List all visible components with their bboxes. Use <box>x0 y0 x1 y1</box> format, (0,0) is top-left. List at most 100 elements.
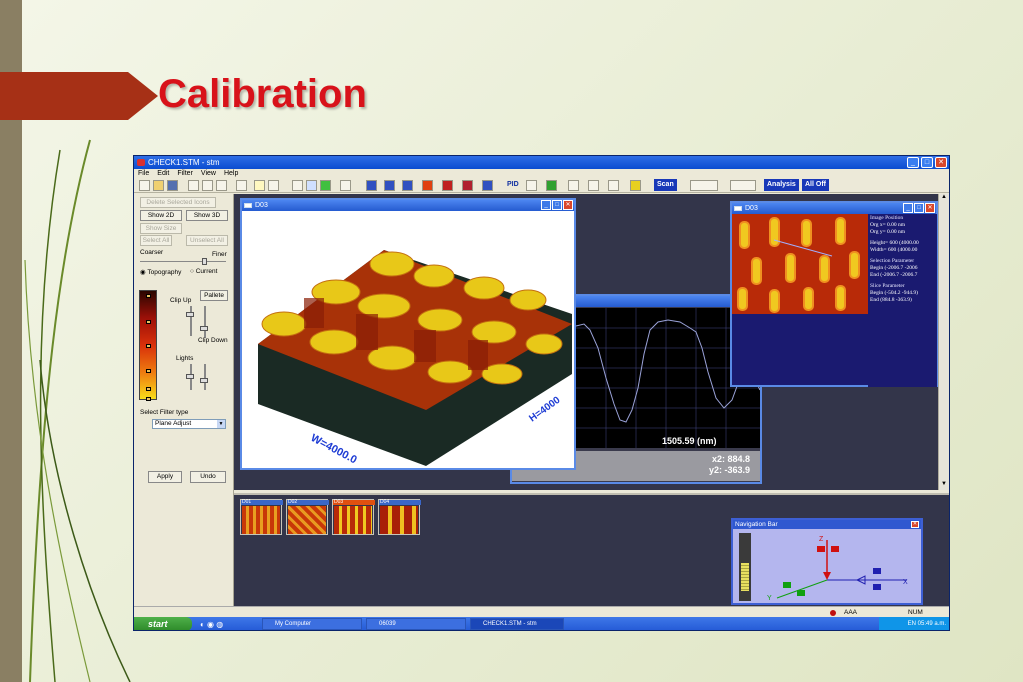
topography-radio[interactable]: ◉ Topography <box>140 268 181 276</box>
color-marker[interactable] <box>146 344 151 348</box>
clip-down-knob[interactable] <box>200 326 208 331</box>
select-all-button[interactable]: Select All <box>140 235 172 246</box>
filter1-icon[interactable] <box>366 180 377 191</box>
open-folder-icon[interactable] <box>153 180 164 191</box>
axis-icon[interactable] <box>568 180 579 191</box>
thumbnail-d03[interactable]: D03 <box>332 499 375 535</box>
maximize-button[interactable]: □ <box>914 203 924 213</box>
thumbnail-d01[interactable]: D01 <box>240 499 283 535</box>
task-my-computer[interactable]: My Computer <box>262 618 362 630</box>
minimize-button[interactable]: _ <box>907 157 919 168</box>
clip-up-knob[interactable] <box>186 312 194 317</box>
analysis-button[interactable]: Analysis <box>764 179 799 191</box>
context-help-icon[interactable] <box>268 180 279 191</box>
paste-icon[interactable] <box>216 180 227 191</box>
green-tool-icon[interactable] <box>320 180 331 191</box>
navigation-axes: Z X Y <box>767 536 908 602</box>
quick-launch-icons[interactable]: ◐ ◉ ◍ <box>200 620 223 629</box>
lithography-button[interactable] <box>730 180 756 191</box>
3d-window-titlebar[interactable]: D03 _ □ ✕ <box>242 200 574 211</box>
flag-icon[interactable] <box>482 180 493 191</box>
minimize-button[interactable]: _ <box>903 203 913 213</box>
axis-h-label: H=4000 <box>527 395 562 425</box>
thumbnail-d04[interactable]: D04 <box>378 499 421 535</box>
color-marker[interactable] <box>146 294 151 298</box>
info-line: Width= 600 (4000.00 <box>870 247 918 253</box>
cut-icon[interactable] <box>188 180 199 191</box>
filter5-icon[interactable] <box>442 180 453 191</box>
current-radio[interactable]: ○ Current <box>190 268 217 275</box>
stm-app-window: CHECK1.STM - stm _ □ ✕ File Edit Filter … <box>133 155 950 631</box>
unselect-all-button[interactable]: Unselect All <box>186 235 228 246</box>
delete-selected-icons-button[interactable]: Delete Selected Icons <box>140 197 216 208</box>
maximize-button[interactable]: □ <box>552 200 562 210</box>
zoom-icon[interactable] <box>306 180 317 191</box>
color-marker[interactable] <box>146 369 151 373</box>
language-indicator[interactable]: EN <box>908 621 916 627</box>
pallete-button[interactable]: Pallete <box>200 290 228 301</box>
task-label: My Computer <box>275 621 312 627</box>
help-icon[interactable] <box>254 180 265 191</box>
light-slider-2[interactable] <box>204 364 206 390</box>
yellow-tool-icon[interactable] <box>630 180 641 191</box>
pointer-icon[interactable] <box>292 180 303 191</box>
scroll-up-icon[interactable]: ▲ <box>939 194 949 203</box>
clip-up-slider[interactable] <box>190 306 192 336</box>
axis-z-label: Z <box>819 536 824 543</box>
menu-edit[interactable]: Edit <box>157 169 169 178</box>
save-icon[interactable] <box>167 180 178 191</box>
z-level-meter[interactable] <box>739 533 751 601</box>
fft-icon[interactable] <box>608 180 619 191</box>
close-button[interactable]: ✕ <box>935 157 947 168</box>
color-marker[interactable] <box>146 387 151 391</box>
swap-icon[interactable] <box>340 180 351 191</box>
resolution-slider-track[interactable] <box>140 261 226 262</box>
print-icon[interactable] <box>236 180 247 191</box>
new-file-icon[interactable] <box>139 180 150 191</box>
light-knob-2[interactable] <box>200 378 208 383</box>
chevron-down-icon[interactable]: ▼ <box>217 420 225 428</box>
apply-button[interactable]: Apply <box>148 471 182 483</box>
navigation-bar-titlebar[interactable]: Navigation Bar ✕ <box>733 520 921 529</box>
filter3-icon[interactable] <box>402 180 413 191</box>
maximize-button[interactable]: □ <box>921 157 933 168</box>
resolution-slider-knob[interactable] <box>202 258 207 265</box>
pid-button[interactable]: PID <box>504 179 522 191</box>
menu-view[interactable]: View <box>201 169 216 178</box>
task-check1-stm[interactable]: CHECK1.STM - stm <box>470 618 564 630</box>
color-marker[interactable] <box>146 397 151 401</box>
close-button[interactable]: ✕ <box>563 200 573 210</box>
2d-window-titlebar[interactable]: D03 _ □ ✕ <box>732 203 936 214</box>
clip-down-slider[interactable] <box>204 306 206 338</box>
thumbnail-label: D04 <box>379 500 421 505</box>
light-knob-1[interactable] <box>186 374 194 379</box>
task-06039[interactable]: 06039 <box>366 618 466 630</box>
filter6-icon[interactable] <box>462 180 473 191</box>
filter4-icon[interactable] <box>422 180 433 191</box>
filter-type-select[interactable]: Plane Adjust ▼ <box>152 419 226 429</box>
show-2d-button[interactable]: Show 2D <box>140 210 182 221</box>
app-titlebar[interactable]: CHECK1.STM - stm _ □ ✕ <box>134 156 949 169</box>
spectroscopy-button[interactable] <box>690 180 718 191</box>
color-marker[interactable] <box>146 320 151 324</box>
show-3d-button[interactable]: Show 3D <box>186 210 228 221</box>
menu-help[interactable]: Help <box>224 169 238 178</box>
show-size-button[interactable]: Show Size <box>140 223 182 234</box>
scan-button[interactable]: Scan <box>654 179 677 191</box>
minimize-button[interactable]: _ <box>541 200 551 210</box>
thumbnail-d02[interactable]: D02 <box>286 499 329 535</box>
start-button[interactable]: start <box>134 617 192 630</box>
workspace-scrollbar[interactable]: ▲ ▼ <box>938 194 949 490</box>
filter-icon[interactable] <box>588 180 599 191</box>
scan-graph-icon[interactable] <box>526 180 537 191</box>
undo-button[interactable]: Undo <box>190 471 226 483</box>
menu-filter[interactable]: Filter <box>177 169 193 178</box>
scroll-down-icon[interactable]: ▼ <box>939 481 949 490</box>
menu-file[interactable]: File <box>138 169 149 178</box>
filter2-icon[interactable] <box>384 180 395 191</box>
close-icon[interactable]: ✕ <box>911 521 919 528</box>
copy-icon[interactable] <box>202 180 213 191</box>
close-button[interactable]: ✕ <box>925 203 935 213</box>
image-icon[interactable] <box>546 180 557 191</box>
all-off-button[interactable]: All Off <box>802 179 829 191</box>
